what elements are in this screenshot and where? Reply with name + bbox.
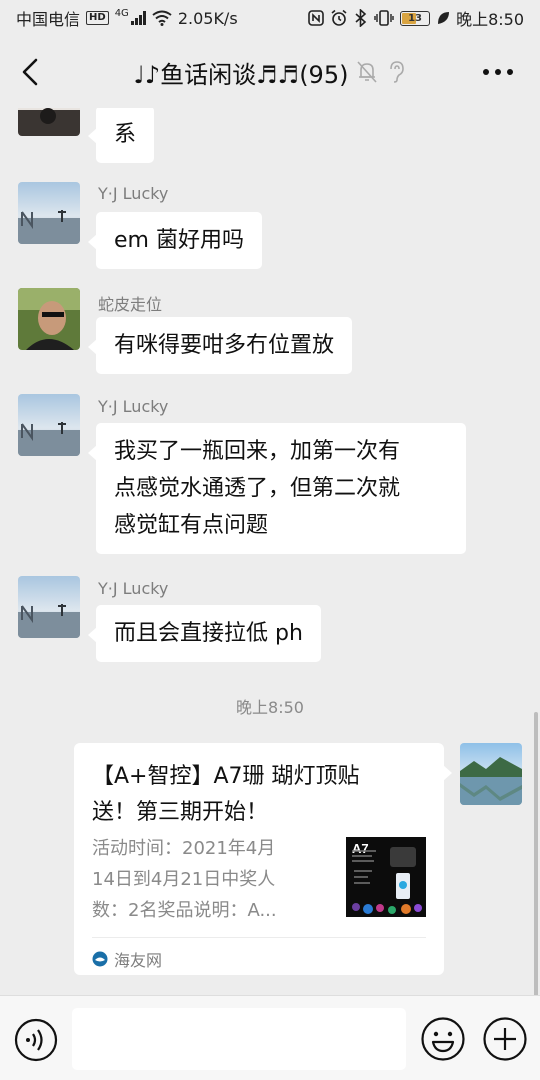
card-title-line: 送！第三期开始！ xyxy=(92,800,269,825)
message-text: em 菌好用吗 xyxy=(114,228,244,253)
vibrate-icon xyxy=(374,10,394,26)
message-text-line: 感觉缸有点问题 xyxy=(114,513,269,538)
leaf-icon xyxy=(438,12,450,24)
scrollbar[interactable] xyxy=(534,712,538,995)
avatar[interactable] xyxy=(18,576,80,638)
card-title-line: 【A+智控】A7珊 瑚灯顶贴 xyxy=(92,764,360,789)
mute-bell-icon xyxy=(357,61,378,83)
plus-icon[interactable] xyxy=(482,1016,528,1062)
card-source: 海友网 xyxy=(92,947,162,971)
avatar[interactable] xyxy=(18,108,80,136)
wifi-icon xyxy=(152,10,172,26)
time-divider: 晚上8:50 xyxy=(236,698,304,717)
message-input[interactable] xyxy=(72,1008,406,1070)
emoji-icon[interactable] xyxy=(420,1016,466,1062)
input-bar xyxy=(0,995,540,1080)
clock: 晚上8:50 xyxy=(456,10,524,29)
source-name: 海友网 xyxy=(114,951,163,970)
card-description: 活动时间：2021年4月 14日到4月21日中奖人 数：2名奖品说明：A... xyxy=(92,833,312,926)
message-text: 系 xyxy=(114,122,137,147)
battery-icon: 13 xyxy=(400,10,431,26)
sender-name: Y·J Lucky xyxy=(98,397,169,416)
carrier-label: 中国电信 xyxy=(16,10,81,29)
avatar[interactable] xyxy=(18,182,80,244)
back-icon[interactable] xyxy=(14,54,50,90)
nfc-icon xyxy=(308,10,324,26)
message-text-line: 我买了一瓶回来，加第一次有 xyxy=(114,439,401,464)
network-speed: 2.05K/s xyxy=(177,8,238,28)
message-text-line: 点感觉水通透了，但第二次就 xyxy=(114,476,401,501)
message-bubble[interactable]: 系 xyxy=(87,108,155,163)
link-card[interactable]: 【A+智控】A7珊 瑚灯顶贴 送！第三期开始！ 活动时间：2021年4月 14日… xyxy=(74,743,452,975)
card-divider xyxy=(92,937,426,938)
network-type: 4G xyxy=(114,7,129,19)
source-logo-icon xyxy=(92,951,108,967)
message-list[interactable]: 系 Y·J Lucky em 菌好用吗 蛇皮走位 有咪得要咁多冇位置放 Y·J … xyxy=(0,108,540,995)
alarm-icon xyxy=(331,9,347,26)
card-desc-line: 活动时间：2021年4月 xyxy=(92,838,276,859)
card-desc-line: 数：2名奖品说明：A... xyxy=(92,900,277,921)
card-thumbnail: A7 xyxy=(346,837,426,917)
message-bubble[interactable]: 有咪得要咁多冇位置放 xyxy=(87,317,353,374)
hd-badge: HD xyxy=(86,11,109,25)
signal-icon xyxy=(130,11,146,25)
status-bar: 中国电信 HD 4G 2.05K/s 13 晚上8:50 xyxy=(0,0,540,36)
bluetooth-icon xyxy=(355,9,367,27)
my-avatar[interactable] xyxy=(460,743,522,805)
sender-name: 蛇皮走位 xyxy=(98,295,163,314)
message-text: 有咪得要咁多冇位置放 xyxy=(114,333,335,358)
sender-name: Y·J Lucky xyxy=(98,579,169,598)
chat-title: ♩♪鱼话闲谈♬♬(95) xyxy=(133,60,349,89)
message-bubble[interactable]: 而且会直接拉低 ph xyxy=(88,605,321,662)
card-title: 【A+智控】A7珊 瑚灯顶贴 送！第三期开始！ xyxy=(92,759,422,831)
avatar[interactable] xyxy=(18,288,80,350)
message-bubble[interactable]: em 菌好用吗 xyxy=(88,212,262,269)
more-icon[interactable] xyxy=(478,60,518,84)
voice-icon[interactable] xyxy=(14,1018,58,1062)
earpiece-icon xyxy=(390,61,405,83)
message-text: 而且会直接拉低 ph xyxy=(114,621,303,646)
card-desc-line: 14日到4月21日中奖人 xyxy=(92,869,276,890)
sender-name: Y·J Lucky xyxy=(98,184,169,203)
avatar[interactable] xyxy=(18,394,80,456)
message-bubble[interactable]: 我买了一瓶回来，加第一次有 点感觉水通透了，但第二次就 感觉缸有点问题 xyxy=(88,423,466,554)
title-bar: ♩♪鱼话闲谈♬♬(95) xyxy=(0,36,540,108)
